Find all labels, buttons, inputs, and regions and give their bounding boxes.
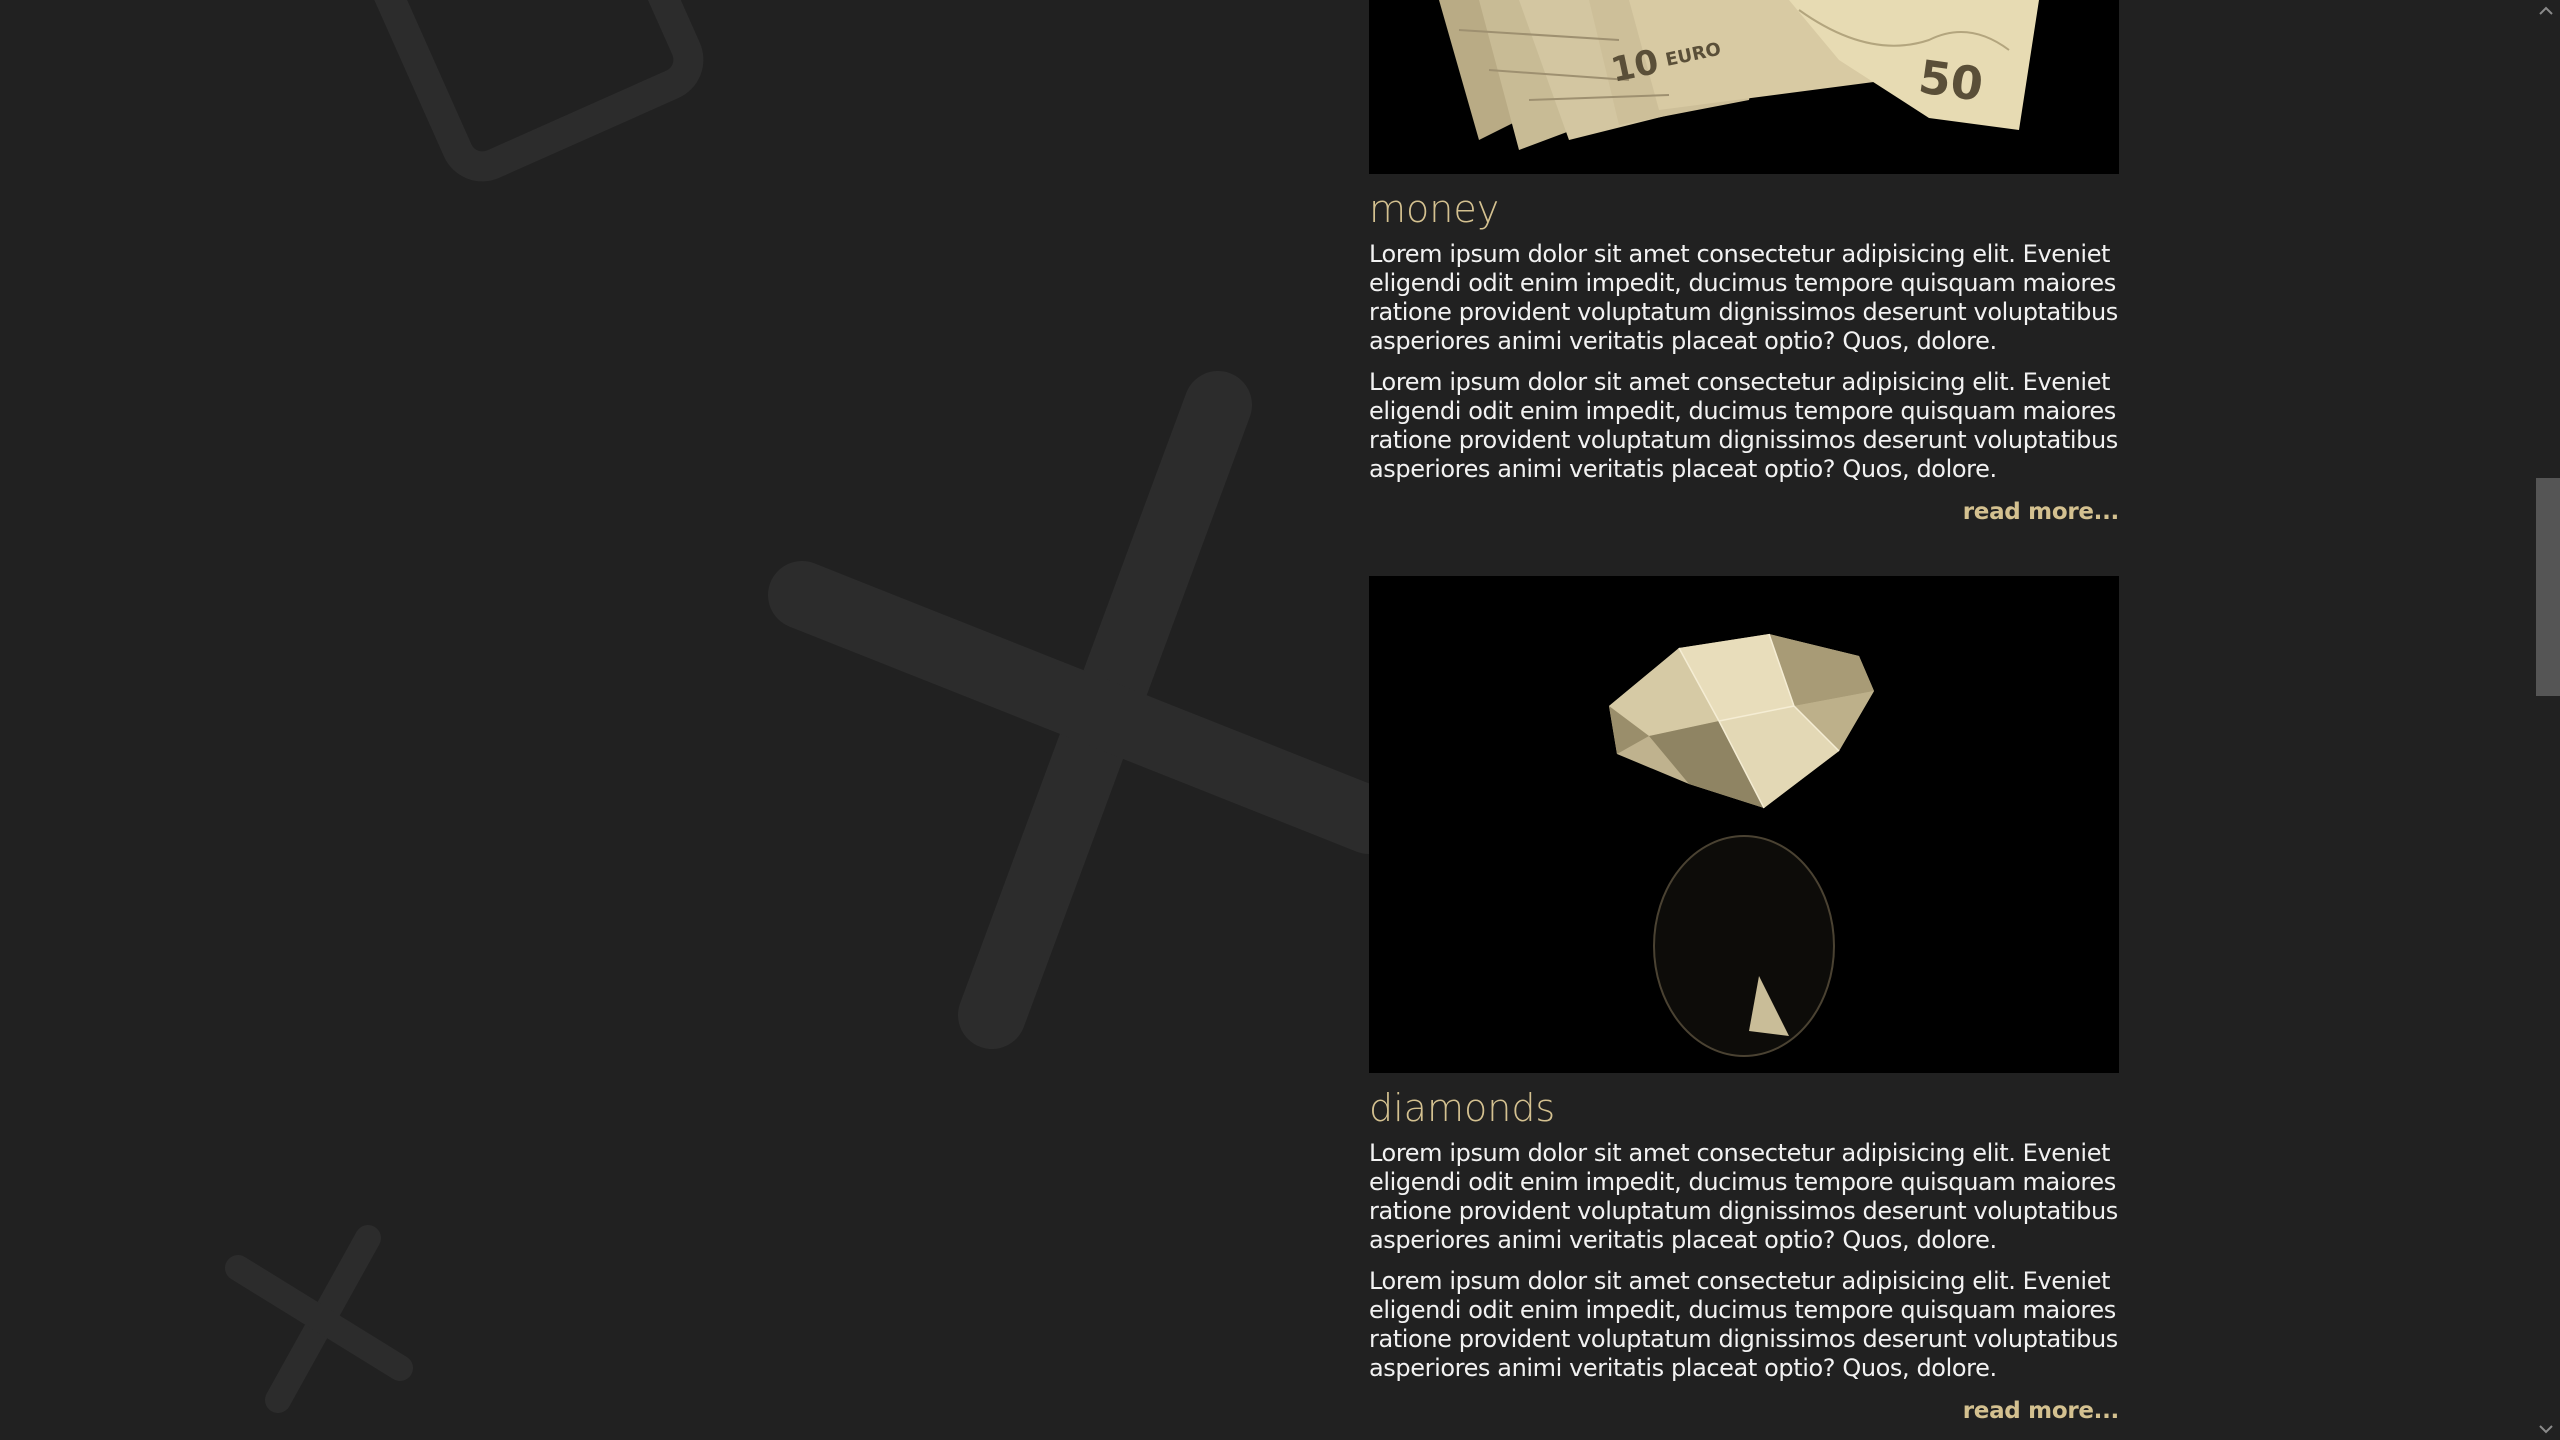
decorative-small-x-stroke-2 — [225, 1255, 413, 1381]
article-paragraph: Lorem ipsum dolor sit amet consectetur a… — [1369, 1139, 2118, 1254]
chevron-down-icon[interactable] — [2532, 1420, 2560, 1440]
read-more-link[interactable]: read more... — [1369, 1398, 2120, 1424]
scrollbar[interactable] — [2532, 0, 2560, 1440]
banknote-50-label: 50 — [1915, 49, 1986, 111]
article-paragraph: Lorem ipsum dolor sit amet consectetur a… — [1369, 368, 2118, 483]
article-card-diamonds: diamonds Lorem ipsum dolor sit amet cons… — [1369, 576, 2119, 1424]
decorative-background-shapes — [225, 371, 1403, 1413]
diamond-image — [1369, 576, 2119, 1073]
article-card-money: 10 EURO 50 money Lorem ipsum dolor sit a… — [1369, 0, 2119, 525]
chevron-up-icon[interactable] — [2532, 0, 2560, 20]
article-paragraph: Lorem ipsum dolor sit amet consectetur a… — [1369, 1267, 2118, 1382]
money-image: 10 EURO 50 — [1369, 0, 2119, 174]
scrollbar-thumb[interactable] — [2536, 478, 2560, 696]
article-title: money — [1369, 187, 1500, 231]
article-paragraph: Lorem ipsum dolor sit amet consectetur a… — [1369, 240, 2118, 355]
banknotes-illustration: 10 EURO 50 — [1369, 0, 2119, 174]
article-title: diamonds — [1369, 1086, 1556, 1130]
diamond-illustration — [1369, 576, 2119, 1073]
read-more-link[interactable]: read more... — [1369, 499, 2120, 525]
